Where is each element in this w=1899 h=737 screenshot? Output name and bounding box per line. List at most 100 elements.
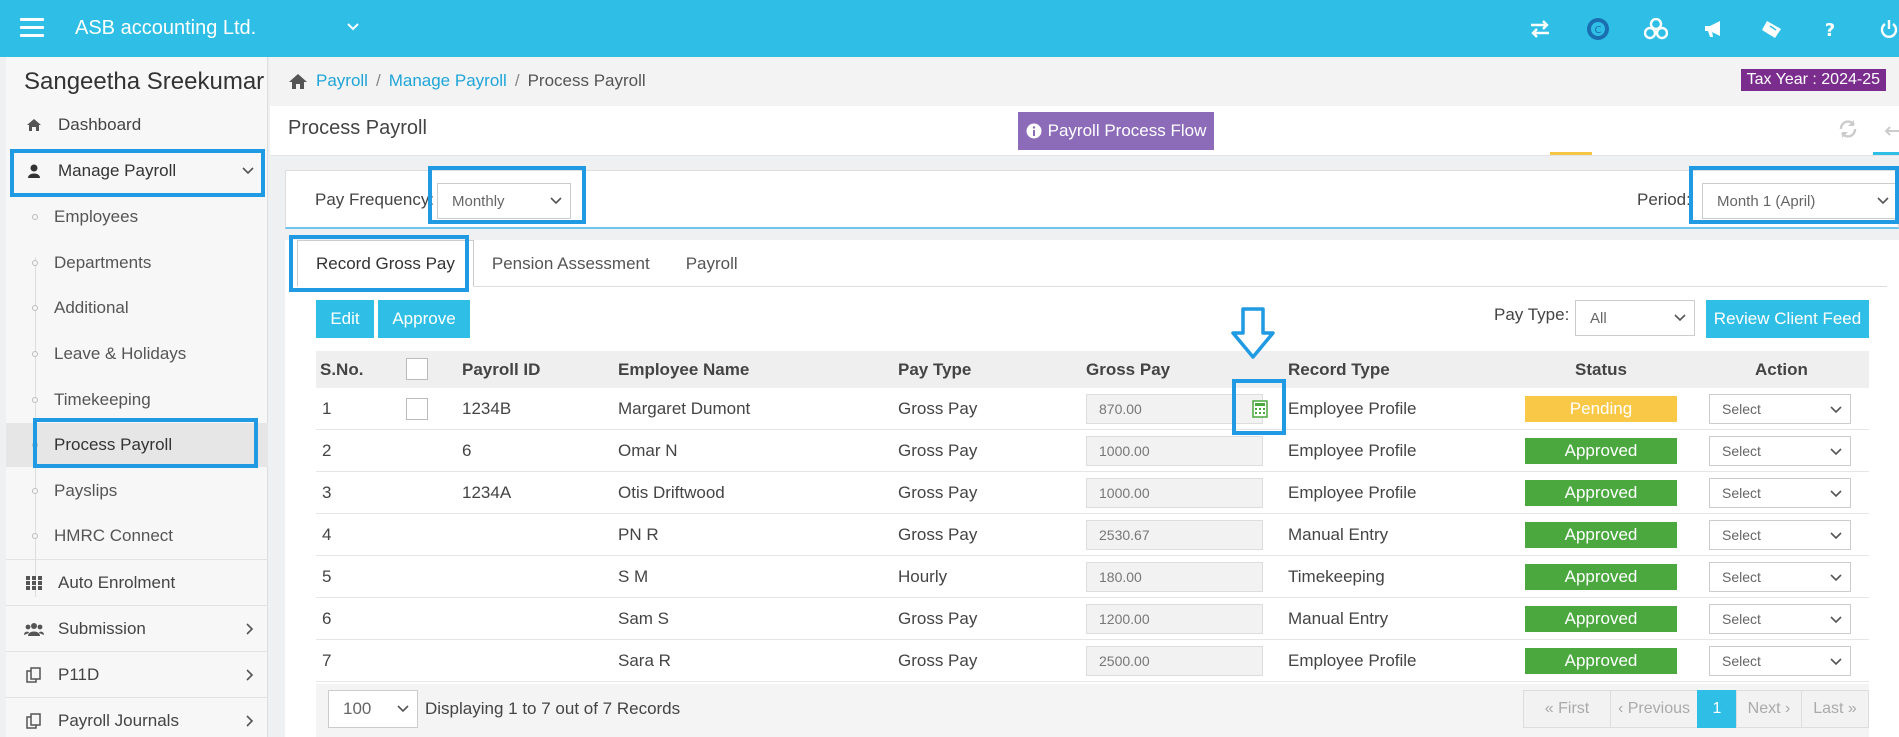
pagination-last[interactable]: Last » [1801, 690, 1869, 728]
action-select[interactable]: Select [1709, 562, 1851, 592]
pay-frequency-select[interactable]: Monthly [437, 183, 571, 219]
swap-icon[interactable] [1511, 16, 1569, 42]
gross-pay-input[interactable]: 2530.67 [1086, 520, 1263, 550]
cell-record-type: Employee Profile [1288, 483, 1417, 502]
chevron-down-icon [1830, 574, 1842, 582]
cell-pay-type: Gross Pay [898, 399, 978, 418]
sidebar-item-submission[interactable]: Submission [6, 607, 268, 651]
cell-sno: 7 [322, 651, 332, 670]
column-header-sno: S.No. [320, 360, 364, 379]
back-arrow-icon[interactable] [1885, 126, 1899, 136]
cell-employee-name: PN R [618, 525, 659, 544]
gross-pay-input[interactable]: 2500.00 [1086, 646, 1263, 676]
gross-pay-input[interactable]: 870.00 [1086, 394, 1263, 424]
sidebar-item-payroll-journals[interactable]: Payroll Journals [6, 699, 268, 737]
cell-pay-type: Gross Pay [898, 525, 978, 544]
currency-icon[interactable]: C [1569, 16, 1627, 42]
action-select[interactable]: Select [1709, 478, 1851, 508]
sidebar-item-label: HMRC Connect [54, 526, 174, 545]
power-icon[interactable] [1859, 16, 1899, 42]
pagination-current-page[interactable]: 1 [1697, 690, 1737, 728]
action-select[interactable]: Select [1709, 604, 1851, 634]
sidebar-item-p11d[interactable]: P11D [6, 653, 268, 697]
sidebar-item-label: Departments [54, 253, 152, 272]
sidebar-item-label: Submission [58, 619, 146, 638]
sidebar-item-label: Additional [54, 298, 129, 317]
biohazard-icon[interactable] [1627, 16, 1685, 42]
sidebar-item-leave-holidays[interactable]: Leave & Holidays [6, 332, 268, 376]
sidebar-item-timekeeping[interactable]: Timekeeping [6, 378, 268, 422]
pagination: « First ‹ Previous 1 Next › Last » [1523, 690, 1869, 728]
breadcrumb-manage-payroll[interactable]: Manage Payroll [389, 71, 507, 91]
action-select[interactable]: Select [1709, 646, 1851, 676]
page-size-value: 100 [343, 699, 372, 718]
row-checkbox[interactable] [406, 398, 428, 420]
action-select[interactable]: Select [1709, 436, 1851, 466]
cell-payroll-id: 6 [462, 441, 472, 460]
home-icon[interactable] [288, 73, 308, 90]
hamburger-menu-icon[interactable] [20, 18, 44, 38]
megaphone-icon[interactable] [1685, 16, 1743, 42]
pagination-next[interactable]: Next › [1736, 690, 1802, 728]
status-badge: Approved [1525, 480, 1677, 506]
sidebar-item-label: Employees [54, 207, 139, 226]
sidebar-item-label: Payroll Journals [58, 711, 179, 730]
period-select[interactable]: Month 1 (April) [1702, 183, 1898, 219]
table-row: 3 1234A Otis Driftwood Gross Pay 1000.00 Empl… [316, 472, 1869, 514]
table-row: 7 Sara R Gross Pay 2500.00 Employee Profile A… [316, 640, 1869, 682]
select-all-checkbox[interactable] [406, 358, 428, 380]
gross-pay-input[interactable]: 1200.00 [1086, 604, 1263, 634]
company-dropdown-chevron-icon[interactable] [346, 22, 360, 32]
calculator-icon[interactable] [1251, 400, 1269, 418]
chevron-right-icon [246, 669, 254, 681]
sidebar-item-manage-payroll[interactable]: Manage Payroll [6, 149, 268, 193]
approve-button[interactable]: Approve [378, 300, 470, 338]
ticket-icon[interactable] [1743, 16, 1801, 42]
page-size-select[interactable]: 100 [328, 690, 418, 728]
breadcrumb-payroll[interactable]: Payroll [316, 71, 368, 91]
sidebar-item-auto-enrolment[interactable]: Auto Enrolment [6, 561, 268, 605]
pay-type-select[interactable]: All [1575, 300, 1695, 336]
sidebar-item-departments[interactable]: Departments [6, 241, 268, 285]
chevron-right-icon [246, 715, 254, 727]
page-title: Process Payroll [288, 117, 427, 139]
company-name[interactable]: ASB accounting Ltd. [75, 17, 256, 40]
column-header-status: Status [1575, 360, 1627, 379]
period-label: Period: [1637, 190, 1691, 209]
grid-icon [24, 576, 44, 590]
copy-icon [24, 667, 44, 683]
tab-record-gross-pay[interactable]: Record Gross Pay [297, 240, 474, 287]
action-select-value: Select [1722, 611, 1761, 627]
gross-pay-input[interactable]: 1000.00 [1086, 436, 1263, 466]
tab-pension-assessment[interactable]: Pension Assessment [474, 240, 668, 287]
sidebar-item-label: Process Payroll [54, 435, 173, 454]
pagination-first[interactable]: « First [1523, 690, 1611, 728]
payroll-process-flow-button[interactable]: Payroll Process Flow [1018, 112, 1214, 150]
sidebar-item-employees[interactable]: Employees [6, 195, 268, 239]
action-select[interactable]: Select [1709, 520, 1851, 550]
review-client-feed-button[interactable]: Review Client Feed [1706, 300, 1869, 338]
cell-record-type: Employee Profile [1288, 441, 1417, 460]
edit-button[interactable]: Edit [316, 300, 374, 338]
bullet-icon [32, 397, 38, 403]
cell-record-type: Employee Profile [1288, 651, 1417, 670]
cell-payroll-id: 1234B [462, 399, 512, 418]
refresh-icon[interactable] [1837, 118, 1859, 140]
status-badge: Approved [1525, 438, 1677, 464]
gross-pay-input[interactable]: 180.00 [1086, 562, 1263, 592]
sidebar-divider [6, 651, 268, 652]
sidebar-item-hmrc-connect[interactable]: HMRC Connect [6, 514, 268, 558]
help-icon[interactable]: ? [1801, 16, 1859, 42]
gross-pay-input[interactable]: 1000.00 [1086, 478, 1263, 508]
action-select-value: Select [1722, 569, 1761, 585]
sidebar-item-payslips[interactable]: Payslips [6, 469, 268, 513]
chevron-down-icon [550, 197, 562, 205]
sidebar-item-additional[interactable]: Additional [6, 286, 268, 330]
pay-type-value: All [1590, 309, 1607, 327]
sidebar-item-process-payroll[interactable]: Process Payroll [6, 423, 268, 467]
pagination-previous[interactable]: ‹ Previous [1610, 690, 1698, 728]
action-select[interactable]: Select [1709, 394, 1851, 424]
sidebar-item-dashboard[interactable]: Dashboard [6, 103, 268, 147]
svg-text:C: C [1595, 25, 1602, 36]
tab-payroll[interactable]: Payroll [668, 240, 756, 287]
